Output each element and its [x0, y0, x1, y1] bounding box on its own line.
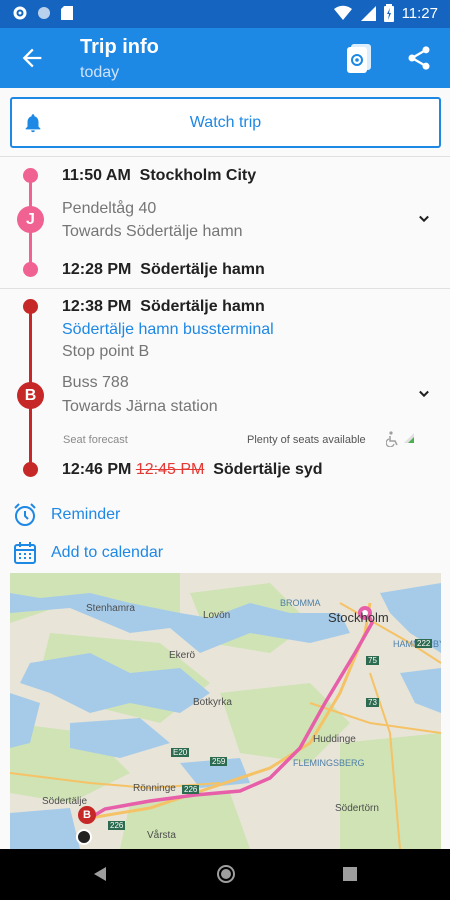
departure-row: 12:38 PM Södertälje hamn — [62, 298, 265, 316]
arrival-dot — [23, 462, 38, 477]
service-name: Buss 788 — [62, 374, 129, 391]
road-sign-226: 226 — [182, 785, 200, 794]
watch-trip-label: Watch trip — [189, 114, 262, 131]
map-label-sodertorn: Södertörn — [335, 803, 379, 814]
map-label-botkyrka: Botkyrka — [193, 697, 232, 708]
scheduled-time: 12:45 PM — [135, 461, 205, 478]
road-sign-226: 226 — [108, 821, 126, 830]
alarm-clock-icon — [14, 503, 36, 526]
arrival-dot — [23, 262, 38, 277]
chevron-down-icon[interactable] — [414, 209, 434, 229]
map-label-sodertalje: Södertälje — [42, 796, 88, 807]
share-icon[interactable] — [405, 44, 433, 72]
divider — [0, 156, 450, 157]
map-marker-b[interactable]: B — [78, 806, 96, 824]
app-bar: Trip info today — [0, 28, 450, 88]
departure-dot — [23, 168, 38, 183]
chevron-down-icon[interactable] — [414, 384, 434, 404]
system-nav-bar — [0, 849, 450, 900]
seat-forecast-value: Plenty of seats available — [247, 434, 366, 446]
nav-home-icon[interactable] — [216, 864, 236, 884]
arrival-stop: Södertälje syd — [213, 461, 323, 478]
road-sign-e20: E20 — [171, 748, 190, 757]
watch-trip-button[interactable]: Watch trip — [10, 97, 441, 148]
nav-recents-icon[interactable] — [343, 867, 357, 881]
page-title: Trip info — [80, 36, 159, 58]
map-label-ekero: Ekerö — [169, 650, 196, 661]
clock: 11:27 — [401, 4, 438, 22]
wifi-icon — [333, 5, 352, 21]
circle-status-icon — [38, 7, 50, 19]
calendar-label: Add to calendar — [51, 544, 164, 561]
departure-time: 12:38 PM — [62, 298, 132, 315]
road-sign-73: 73 — [366, 698, 379, 707]
nav-back-icon[interactable] — [93, 866, 107, 882]
map-label-lovon: Lovön — [203, 610, 231, 621]
map-label-ronninge: Rönninge — [133, 783, 176, 794]
route-map[interactable]: Stockholm Stenhamra Lovön Ekerö Botkyrka… — [10, 573, 441, 849]
road-sign-259: 259 — [210, 757, 228, 766]
map-label-stockholm: Stockholm — [328, 610, 389, 625]
map-label-flemingsberg: FLEMINGSBERG — [293, 758, 365, 768]
map-destination-icon — [76, 829, 92, 845]
ticket-wallet-icon[interactable] — [344, 42, 374, 74]
signal-icon — [360, 6, 376, 21]
trip-info-screen: 11:27 Trip info today Watch trip J 11:50… — [0, 0, 450, 900]
page-subtitle: today — [80, 64, 120, 81]
service-name: Pendeltåg 40 — [62, 200, 157, 217]
battery-icon — [383, 4, 394, 22]
seat-forecast-label: Seat forecast — [63, 434, 128, 446]
map-label-bromma: BROMMA — [280, 598, 321, 608]
departure-time: 11:50 AM — [62, 167, 131, 184]
reminder-label: Reminder — [51, 506, 121, 523]
arrival-row: 12:28 PM Södertälje hamn — [62, 261, 265, 279]
direction: Towards Södertälje hamn — [62, 223, 243, 240]
map-label-stenhamra: Stenhamra — [86, 603, 135, 614]
seat-level-icon — [404, 433, 414, 443]
arrival-time: 12:46 PM — [62, 461, 132, 478]
arrival-time: 12:28 PM — [62, 261, 132, 278]
station-link[interactable]: Södertälje hamn bussterminal — [62, 321, 274, 339]
map-label-varsta: Vårsta — [147, 830, 176, 841]
departure-row: 11:50 AM Stockholm City — [62, 167, 256, 185]
departure-dot — [23, 299, 38, 314]
stop-point: Stop point B — [62, 343, 150, 360]
sd-card-icon — [61, 6, 73, 20]
wheelchair-icon — [386, 431, 398, 447]
divider — [0, 288, 450, 289]
back-arrow-icon[interactable] — [18, 44, 46, 72]
status-bar: 11:27 — [0, 0, 450, 28]
arrival-row: 12:46 PM 12:45 PM Södertälje syd — [62, 461, 323, 479]
departure-stop: Stockholm City — [139, 167, 257, 184]
direction: Towards Järna station — [62, 398, 218, 415]
calendar-icon — [14, 542, 36, 564]
map-label-huddinge: Huddinge — [313, 734, 356, 745]
road-sign-222: 222 — [415, 639, 433, 648]
departure-stop: Södertälje hamn — [140, 298, 265, 315]
arrival-stop: Södertälje hamn — [140, 261, 265, 278]
settings-icon — [13, 6, 27, 20]
road-sign-75: 75 — [366, 656, 379, 665]
line-badge: B — [17, 382, 44, 409]
line-badge: J — [17, 206, 44, 233]
